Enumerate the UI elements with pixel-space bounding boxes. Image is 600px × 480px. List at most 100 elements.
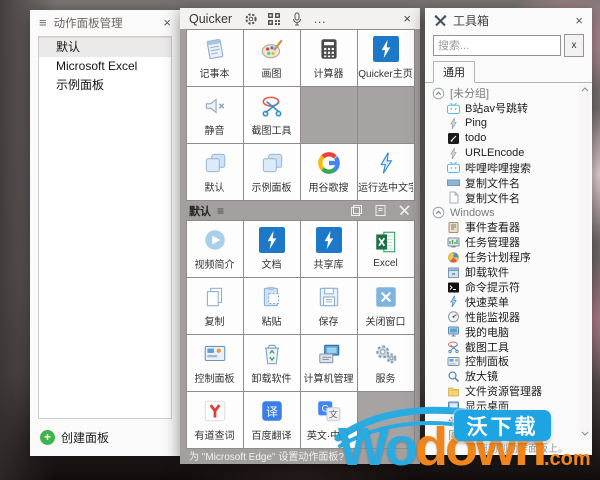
more-icon[interactable]: …: [313, 16, 327, 21]
page-icon: [447, 191, 460, 204]
action-cell[interactable]: 计算机管理: [301, 335, 357, 391]
tool-item[interactable]: 本地安全策略: [432, 428, 576, 440]
action-cell[interactable]: 截图工具: [244, 87, 300, 143]
action-cell[interactable]: 服务: [358, 335, 414, 391]
action-label: 百度翻译: [252, 427, 292, 442]
tool-item[interactable]: 事件查看器: [432, 220, 576, 235]
gear-icon[interactable]: [244, 12, 258, 26]
tool-item[interactable]: todo: [432, 131, 576, 146]
youdao-icon: [202, 398, 228, 424]
action-label: 视频简介: [195, 256, 235, 271]
action-label: 运行选中文字: [358, 179, 413, 194]
clear-search-button[interactable]: x: [564, 34, 584, 57]
create-panel-button[interactable]: + 创建面板: [30, 424, 180, 456]
action-cell[interactable]: 保存: [301, 278, 357, 334]
tool-item[interactable]: 性能监视器: [432, 309, 576, 324]
tool-item[interactable]: 快速菜单: [432, 294, 576, 309]
action-cell[interactable]: 控制面板: [187, 335, 243, 391]
tool-item[interactable]: 截图工具: [432, 339, 576, 354]
tool-group-header[interactable]: Windows: [432, 205, 576, 220]
tool-item[interactable]: Ping: [432, 116, 576, 131]
panel-list-item[interactable]: Microsoft Excel: [39, 57, 171, 76]
tool-item[interactable]: URLEncode: [432, 146, 576, 161]
action-label: Excel: [373, 258, 397, 269]
quicker-header: Quicker … ×: [180, 8, 420, 29]
blue-bar-icon: [447, 176, 460, 189]
bolt-gray-icon: [447, 117, 460, 130]
tool-item[interactable]: 显示桌面: [432, 399, 576, 414]
microphone-icon[interactable]: [290, 12, 304, 26]
tool-item-label: 任务计划程序: [465, 249, 531, 265]
scroll-up-icon: [581, 87, 589, 92]
action-cell[interactable]: 有道查词: [187, 392, 243, 448]
tool-item[interactable]: 任务管理器: [432, 235, 576, 250]
action-cell[interactable]: 默认: [187, 144, 243, 200]
close-icon[interactable]: ×: [575, 13, 583, 28]
action-cell[interactable]: 视频简介: [187, 221, 243, 277]
empty-cell: [358, 87, 414, 143]
cmd-icon: [447, 281, 460, 294]
action-cell[interactable]: 画图: [244, 30, 300, 86]
search-input[interactable]: [433, 35, 561, 56]
action-cell[interactable]: 关闭窗口: [358, 278, 414, 334]
action-cell[interactable]: 卸载软件: [244, 335, 300, 391]
tool-item[interactable]: 复制文件名: [432, 190, 576, 205]
action-label: 文档: [262, 256, 282, 271]
tool-item[interactable]: 任务计划程序: [432, 250, 576, 265]
section-toolbar: [350, 204, 411, 217]
tool-item[interactable]: 控制面板: [432, 354, 576, 369]
section-menu-icon[interactable]: ≡: [217, 205, 224, 217]
action-cell[interactable]: 共享库: [301, 221, 357, 277]
tool-item[interactable]: 复制文件名: [432, 175, 576, 190]
action-cell[interactable]: 记事本: [187, 30, 243, 86]
action-cell[interactable]: Excel: [358, 221, 414, 277]
panel-list-item[interactable]: 默认: [39, 37, 171, 57]
tool-item[interactable]: 我的电脑: [432, 324, 576, 339]
panel-list-item[interactable]: 示例面板: [39, 76, 171, 95]
action-panel-manager-window: ≡ 动作面板管理 × 默认Microsoft Excel示例面板 + 创建面板: [30, 10, 180, 456]
tool-item[interactable]: 文件资源管理器: [432, 384, 576, 399]
action-cell[interactable]: 文档: [244, 221, 300, 277]
action-label: 复制: [205, 313, 225, 328]
action-grid-0: 记事本画图计算器Quicker主页静音截图工具默认示例面板用谷歌搜运行选中文字: [186, 29, 415, 201]
gtranslate-icon: G文: [316, 398, 342, 424]
tool-item[interactable]: 放大镜: [432, 369, 576, 384]
event-log-icon: [447, 221, 460, 234]
action-cell[interactable]: 粘贴: [244, 278, 300, 334]
tool-item[interactable]: 服务: [432, 414, 576, 429]
action-cell[interactable]: 运行选中文字: [358, 144, 414, 200]
tool-item[interactable]: 命令提示符: [432, 280, 576, 295]
security-icon: [447, 429, 460, 440]
tool-item-label: 截图工具: [465, 339, 509, 355]
snip-sm-icon: [447, 340, 460, 353]
tool-item-label: B站av号跳转: [465, 100, 528, 116]
toolbox-icon[interactable]: [398, 204, 411, 217]
bilibili-icon: [447, 161, 460, 174]
menu-icon[interactable]: ≡: [39, 16, 47, 29]
action-cell[interactable]: 静音: [187, 87, 243, 143]
action-cell[interactable]: 计算器: [301, 30, 357, 86]
close-icon[interactable]: ×: [163, 15, 171, 30]
qr-code-icon[interactable]: [267, 12, 281, 26]
tab-general[interactable]: 通用: [433, 61, 475, 83]
action-cell[interactable]: Quicker主页: [358, 30, 414, 86]
tool-item[interactable]: 哔哩哔哩搜索: [432, 160, 576, 175]
edit-panel-icon[interactable]: [374, 204, 387, 217]
empty-cell: [301, 87, 357, 143]
scrollbar[interactable]: [579, 84, 590, 439]
action-cell[interactable]: 用谷歌搜: [301, 144, 357, 200]
tool-group-header[interactable]: [未分组]: [432, 86, 576, 101]
action-cell[interactable]: G文英文·中文: [301, 392, 357, 448]
tool-item[interactable]: B站av号跳转: [432, 101, 576, 116]
action-label: 保存: [319, 313, 339, 328]
action-cell[interactable]: 译百度翻译: [244, 392, 300, 448]
plus-icon: +: [40, 430, 55, 445]
action-cell[interactable]: 示例面板: [244, 144, 300, 200]
close-icon[interactable]: ×: [403, 11, 411, 26]
duplicate-icon[interactable]: [350, 204, 363, 217]
tool-group-label: [未分组]: [450, 85, 489, 101]
status-suggestion[interactable]: 为 "Microsoft Edge" 设置动作面板?: [180, 449, 420, 464]
action-cell[interactable]: 复制: [187, 278, 243, 334]
tool-item[interactable]: 卸载软件: [432, 265, 576, 280]
notepad-icon: [202, 36, 228, 62]
